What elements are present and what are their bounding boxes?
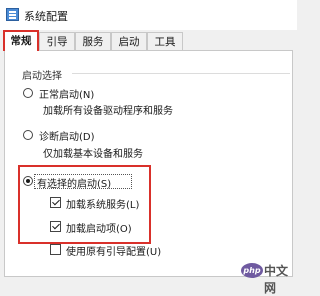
load-startup-items-checkbox[interactable] xyxy=(50,221,61,232)
selective-startup-label[interactable]: 有选择的启动(S) xyxy=(37,175,111,190)
window-title: 系统配置 xyxy=(24,10,68,23)
tab-tools[interactable]: 工具 xyxy=(147,32,183,50)
tab-bar: 常规 引导 服务 启动 工具 xyxy=(0,30,297,51)
load-startup-items-label[interactable]: 加载启动项(O) xyxy=(66,220,132,235)
use-original-boot-config-label[interactable]: 使用原有引导配置(U) xyxy=(66,243,161,258)
startup-selection-label: 启动选择 xyxy=(22,71,62,82)
php-logo-icon: php xyxy=(241,263,263,278)
group-divider xyxy=(72,73,290,74)
msconfig-icon xyxy=(6,8,19,21)
load-system-services-label[interactable]: 加载系统服务(L) xyxy=(66,196,139,211)
use-original-boot-config-checkbox[interactable] xyxy=(50,244,61,255)
tab-general[interactable]: 常规 xyxy=(3,30,39,51)
watermark-text: 中文网 xyxy=(264,264,289,295)
normal-startup-description: 加载所有设备驱动程序和服务 xyxy=(43,106,173,117)
title-bar: 系统配置 xyxy=(0,0,297,30)
tab-services[interactable]: 服务 xyxy=(75,32,111,50)
normal-startup-radio[interactable] xyxy=(23,88,33,98)
diagnostic-startup-label[interactable]: 诊断启动(D) xyxy=(39,128,95,143)
tab-boot[interactable]: 引导 xyxy=(39,32,75,50)
normal-startup-label[interactable]: 正常启动(N) xyxy=(39,86,94,101)
diagnostic-startup-radio[interactable] xyxy=(23,130,33,140)
diagnostic-startup-description: 仅加载基本设备和服务 xyxy=(43,149,143,160)
load-system-services-checkbox[interactable] xyxy=(50,197,61,208)
selective-startup-radio[interactable] xyxy=(23,176,33,186)
tab-startup[interactable]: 启动 xyxy=(111,32,147,50)
site-watermark: php 中文网 xyxy=(241,261,297,295)
